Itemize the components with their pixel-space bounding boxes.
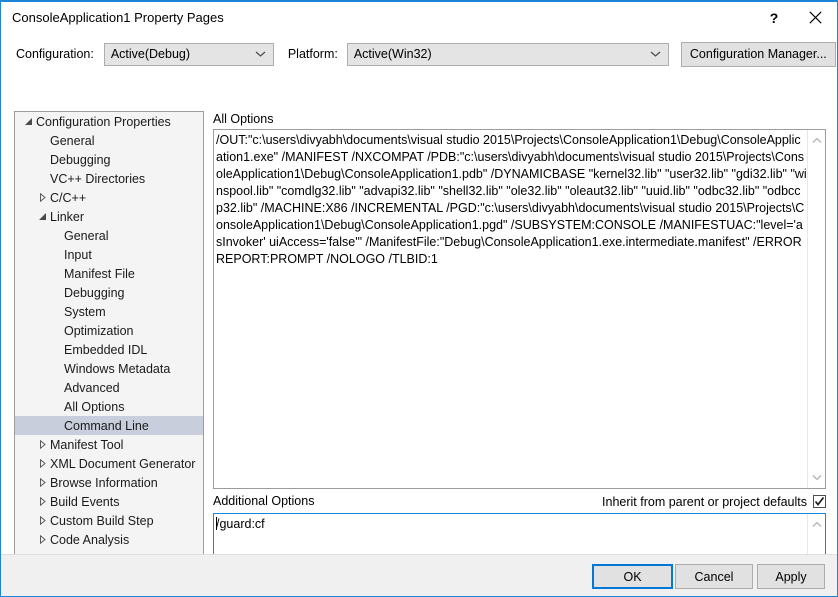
tree-item-label: XML Document Generator xyxy=(49,457,195,471)
chevron-down-icon xyxy=(255,51,266,58)
tree-item-label: Manifest Tool xyxy=(49,438,123,452)
tree-item-build-events[interactable]: Build Events xyxy=(15,492,203,511)
inherit-defaults-checkbox[interactable] xyxy=(813,495,826,508)
tree-item-label: Windows Metadata xyxy=(63,362,170,376)
all-options-textbox[interactable]: /OUT:"c:\users\divyabh\documents\visual … xyxy=(213,129,826,489)
title-bar-buttons: ? xyxy=(755,2,837,33)
tree-item-manifest-file[interactable]: Manifest File xyxy=(15,264,203,283)
configuration-manager-button[interactable]: Configuration Manager... xyxy=(681,42,836,67)
triangle-right-icon[interactable] xyxy=(35,459,49,468)
question-mark-icon: ? xyxy=(770,10,779,26)
triangle-right-icon[interactable] xyxy=(35,535,49,544)
platform-label: Platform: xyxy=(288,47,338,61)
tree-item-all-options[interactable]: All Options xyxy=(15,397,203,416)
dialog-footer: OK Cancel Apply xyxy=(1,554,837,596)
all-options-text: /OUT:"c:\users\divyabh\documents\visual … xyxy=(216,132,807,486)
triangle-right-icon[interactable] xyxy=(35,440,49,449)
checkmark-icon xyxy=(814,496,825,507)
triangle-right-icon[interactable] xyxy=(35,516,49,525)
tree-item-label: Input xyxy=(63,248,92,262)
tree-item-label: Optimization xyxy=(63,324,133,338)
tree-item-debugging[interactable]: Debugging xyxy=(15,283,203,302)
triangle-right-icon[interactable] xyxy=(35,193,49,202)
tree-item-manifest-tool[interactable]: Manifest Tool xyxy=(15,435,203,454)
tree-item-label: General xyxy=(63,229,108,243)
all-options-label: All Options xyxy=(213,111,826,128)
tree-item-label: Debugging xyxy=(49,153,110,167)
platform-dropdown-value: Active(Win32) xyxy=(354,47,432,61)
triangle-down-icon[interactable] xyxy=(35,212,49,221)
tree-item-custom-build-step[interactable]: Custom Build Step xyxy=(15,511,203,530)
tree-item-optimization[interactable]: Optimization xyxy=(15,321,203,340)
tree-item-label: Custom Build Step xyxy=(49,514,154,528)
tree-item-command-line[interactable]: Command Line xyxy=(15,416,203,435)
configuration-dropdown-value: Active(Debug) xyxy=(111,47,190,61)
title-bar: ConsoleApplication1 Property Pages ? xyxy=(1,2,837,33)
tree-item-vc-directories[interactable]: VC++ Directories xyxy=(15,169,203,188)
tree-item-linker[interactable]: Linker xyxy=(15,207,203,226)
tree-item-label: System xyxy=(63,305,106,319)
configuration-dropdown[interactable]: Active(Debug) xyxy=(104,43,274,66)
configuration-bar: Configuration: Active(Debug) Platform: A… xyxy=(1,33,838,75)
chevron-down-icon[interactable] xyxy=(808,469,825,486)
tree-item-advanced[interactable]: Advanced xyxy=(15,378,203,397)
inherit-defaults-row[interactable]: Inherit from parent or project defaults xyxy=(602,493,826,510)
tree-item-input[interactable]: Input xyxy=(15,245,203,264)
tree-item-browse-information[interactable]: Browse Information xyxy=(15,473,203,492)
chevron-down-icon xyxy=(650,51,661,58)
tree-item-system[interactable]: System xyxy=(15,302,203,321)
tree-item-label: Manifest File xyxy=(63,267,135,281)
tree-item-label: Advanced xyxy=(63,381,120,395)
tree-item-code-analysis[interactable]: Code Analysis xyxy=(15,530,203,549)
chevron-up-icon[interactable] xyxy=(808,132,825,149)
inherit-defaults-label: Inherit from parent or project defaults xyxy=(602,495,807,509)
tree-item-label: Linker xyxy=(49,210,84,224)
tree-item-label: Browse Information xyxy=(49,476,158,490)
help-button[interactable]: ? xyxy=(755,2,793,33)
properties-tree[interactable]: Configuration Properties General Debugging… xyxy=(15,112,203,568)
tree-item-xml-document-generator[interactable]: XML Document Generator xyxy=(15,454,203,473)
platform-dropdown[interactable]: Active(Win32) xyxy=(347,43,669,66)
tree-item-label: Embedded IDL xyxy=(63,343,147,357)
tree-item-label: Configuration Properties xyxy=(35,115,171,129)
tree-item-label: C/C++ xyxy=(49,191,86,205)
dialog-body: Configuration: Active(Debug) Platform: A… xyxy=(1,33,837,596)
tree-item-general[interactable]: General xyxy=(15,226,203,245)
tree-item-label: Code Analysis xyxy=(49,533,129,547)
tree-item-windows-metadata[interactable]: Windows Metadata xyxy=(15,359,203,378)
tree-item-label: VC++ Directories xyxy=(49,172,145,186)
options-pane: All Options /OUT:"c:\users\divyabh\docum… xyxy=(213,111,826,588)
cancel-button[interactable]: Cancel xyxy=(675,564,753,589)
tree-item-label: Command Line xyxy=(63,419,149,433)
triangle-right-icon[interactable] xyxy=(35,497,49,506)
tree-item-label: All Options xyxy=(63,400,124,414)
property-pages-dialog: ConsoleApplication1 Property Pages ? Con… xyxy=(0,0,838,597)
all-options-scrollbar[interactable] xyxy=(807,130,825,488)
properties-tree-panel: Configuration Properties General Debugging… xyxy=(14,111,204,588)
configuration-label: Configuration: xyxy=(16,47,94,61)
chevron-up-icon[interactable] xyxy=(808,516,825,533)
tree-item-label: Debugging xyxy=(63,286,124,300)
tree-item-configuration-properties[interactable]: Configuration Properties xyxy=(15,112,203,131)
tree-item-general[interactable]: General xyxy=(15,131,203,150)
tree-item-c-c[interactable]: C/C++ xyxy=(15,188,203,207)
triangle-down-icon[interactable] xyxy=(21,117,35,126)
close-button[interactable] xyxy=(793,2,837,33)
tree-item-embedded-idl[interactable]: Embedded IDL xyxy=(15,340,203,359)
triangle-right-icon[interactable] xyxy=(35,478,49,487)
apply-button[interactable]: Apply xyxy=(757,564,825,589)
window-title: ConsoleApplication1 Property Pages xyxy=(1,10,224,25)
close-icon xyxy=(809,11,822,24)
tree-item-label: General xyxy=(49,134,94,148)
tree-item-debugging[interactable]: Debugging xyxy=(15,150,203,169)
tree-item-label: Build Events xyxy=(49,495,119,509)
ok-button[interactable]: OK xyxy=(592,564,673,589)
additional-options-header: Additional Options Inherit from parent o… xyxy=(213,493,826,511)
